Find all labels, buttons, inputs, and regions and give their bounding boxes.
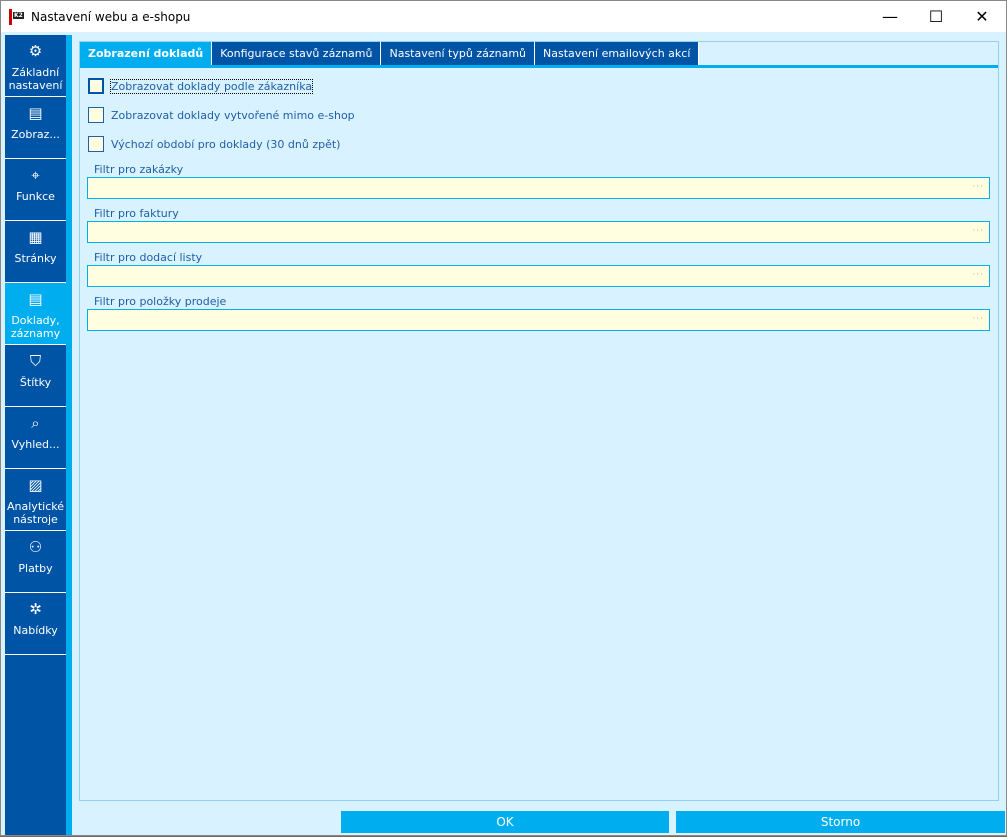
checkbox-label: Zobrazovat doklady podle zákazníka <box>109 78 314 94</box>
checkbox-label: Zobrazovat doklady vytvořené mimo e-shop <box>111 108 355 122</box>
field-label: Filtr pro dodací listy <box>94 251 203 264</box>
app-logo: K2 <box>9 8 25 25</box>
search-icon: ⌕ <box>31 414 40 432</box>
checkbox-podle-zakaznika[interactable]: Zobrazovat doklady podle zákazníka <box>88 78 314 94</box>
sidebar-item-label: Stránky <box>14 252 57 265</box>
field-label: Filtr pro faktury <box>94 207 179 220</box>
ellipsis-button[interactable]: ··· <box>972 182 984 192</box>
filtr-polozky-prodeje-input[interactable]: ··· <box>87 309 990 331</box>
sidebar-item-funkce[interactable]: ⌖ Funkce <box>5 159 66 221</box>
sidebar-item-label: Platby <box>18 562 53 575</box>
close-button[interactable]: ✕ <box>959 1 1005 32</box>
checkbox-box[interactable] <box>88 136 104 152</box>
maximize-button[interactable]: ☐ <box>913 1 959 32</box>
sidebar-item-label: Štítky <box>19 376 52 389</box>
document-icon: ▤ <box>28 290 43 308</box>
tab-panel: Zobrazení dokladů Konfigurace stavů zázn… <box>79 41 999 801</box>
filtr-zakazky-input[interactable]: ··· <box>87 177 990 199</box>
sidebar-item-platby[interactable]: ⚇ Platby <box>5 531 66 593</box>
dialog-window: K2 Nastavení webu a e-shopu — ☐ ✕ ⚙ Zákla… <box>0 0 1007 836</box>
sidebar-item-zakladni-nastaveni[interactable]: ⚙ Základní nastavení <box>5 35 66 97</box>
filtr-faktury-input[interactable]: ··· <box>87 221 990 243</box>
checkbox-box[interactable] <box>88 107 104 123</box>
window-title: Nastavení webu a e-shopu <box>31 9 191 24</box>
sidebar-item-nabidky[interactable]: ✲ Nabídky <box>5 593 66 655</box>
discount-icon: ✲ <box>29 600 42 618</box>
minimize-button[interactable]: — <box>867 1 913 32</box>
sidebar-accent-strip <box>66 35 72 835</box>
sidebar-item-label: Základní nastavení <box>8 66 63 92</box>
ok-button[interactable]: OK <box>341 811 669 833</box>
ellipsis-button[interactable]: ··· <box>972 314 984 324</box>
sidebar-item-stitky[interactable]: ⛉ Štítky <box>5 345 66 407</box>
sidebar-item-stranky[interactable]: ▦ Stránky <box>5 221 66 283</box>
page-icon: ▦ <box>28 228 43 246</box>
sidebar-item-zobrazeni[interactable]: ▤ Zobraz... <box>5 97 66 159</box>
checkbox-mimo-eshop[interactable]: Zobrazovat doklady vytvořené mimo e-shop <box>88 107 355 123</box>
tab-zobrazeni-dokladu[interactable]: Zobrazení dokladů <box>80 42 213 65</box>
checkbox-vychozi-obdobi[interactable]: Výchozí období pro doklady (30 dnů zpět) <box>88 136 340 152</box>
gear-icon: ⚙ <box>28 42 43 60</box>
chart-icon: ▨ <box>28 476 43 494</box>
filtr-dodaci-listy-input[interactable]: ··· <box>87 265 990 287</box>
sidebar-item-doklady[interactable]: ▤ Doklady, záznamy <box>5 283 66 345</box>
ellipsis-button[interactable]: ··· <box>972 226 984 236</box>
sidebar-item-label: Analytické nástroje <box>7 500 64 526</box>
field-label: Filtr pro zakázky <box>94 163 184 176</box>
tab-nastaveni-typu[interactable]: Nastavení typů záznamů <box>381 42 536 65</box>
list-icon: ▤ <box>28 104 43 122</box>
storno-button[interactable]: Storno <box>676 811 1005 833</box>
sidebar-item-label: Nabídky <box>13 624 58 637</box>
sidebar-item-label: Zobraz... <box>11 128 60 141</box>
sidebar-item-vyhledavani[interactable]: ⌕ Vyhled... <box>5 407 66 469</box>
payment-icon: ⚇ <box>28 538 43 556</box>
tag-icon: ⌖ <box>31 166 40 184</box>
field-label: Filtr pro položky prodeje <box>94 295 227 308</box>
checkbox-label: Výchozí období pro doklady (30 dnů zpět) <box>111 137 341 151</box>
sidebar-item-label: Funkce <box>16 190 55 203</box>
tab-konfigurace-stavu[interactable]: Konfigurace stavů záznamů <box>212 42 382 65</box>
title-bar: K2 Nastavení webu a e-shopu — ☐ ✕ <box>1 1 1006 32</box>
sidebar-item-label: Doklady, záznamy <box>10 314 61 340</box>
bookmark-icon: ⛉ <box>29 352 42 370</box>
checkbox-box[interactable] <box>88 78 104 94</box>
tab-nastaveni-emailovych-akci[interactable]: Nastavení emailových akcí <box>535 42 700 65</box>
tab-bar: Zobrazení dokladů Konfigurace stavů zázn… <box>80 42 998 68</box>
sidebar: ⚙ Základní nastavení ▤ Zobraz... ⌖ Funkce ▦… <box>5 35 66 835</box>
sidebar-item-analyticke-nastroje[interactable]: ▨ Analytické nástroje <box>5 469 66 531</box>
ellipsis-button[interactable]: ··· <box>972 270 984 280</box>
sidebar-item-label: Vyhled... <box>11 438 60 451</box>
logo-text: K2 <box>13 11 24 19</box>
